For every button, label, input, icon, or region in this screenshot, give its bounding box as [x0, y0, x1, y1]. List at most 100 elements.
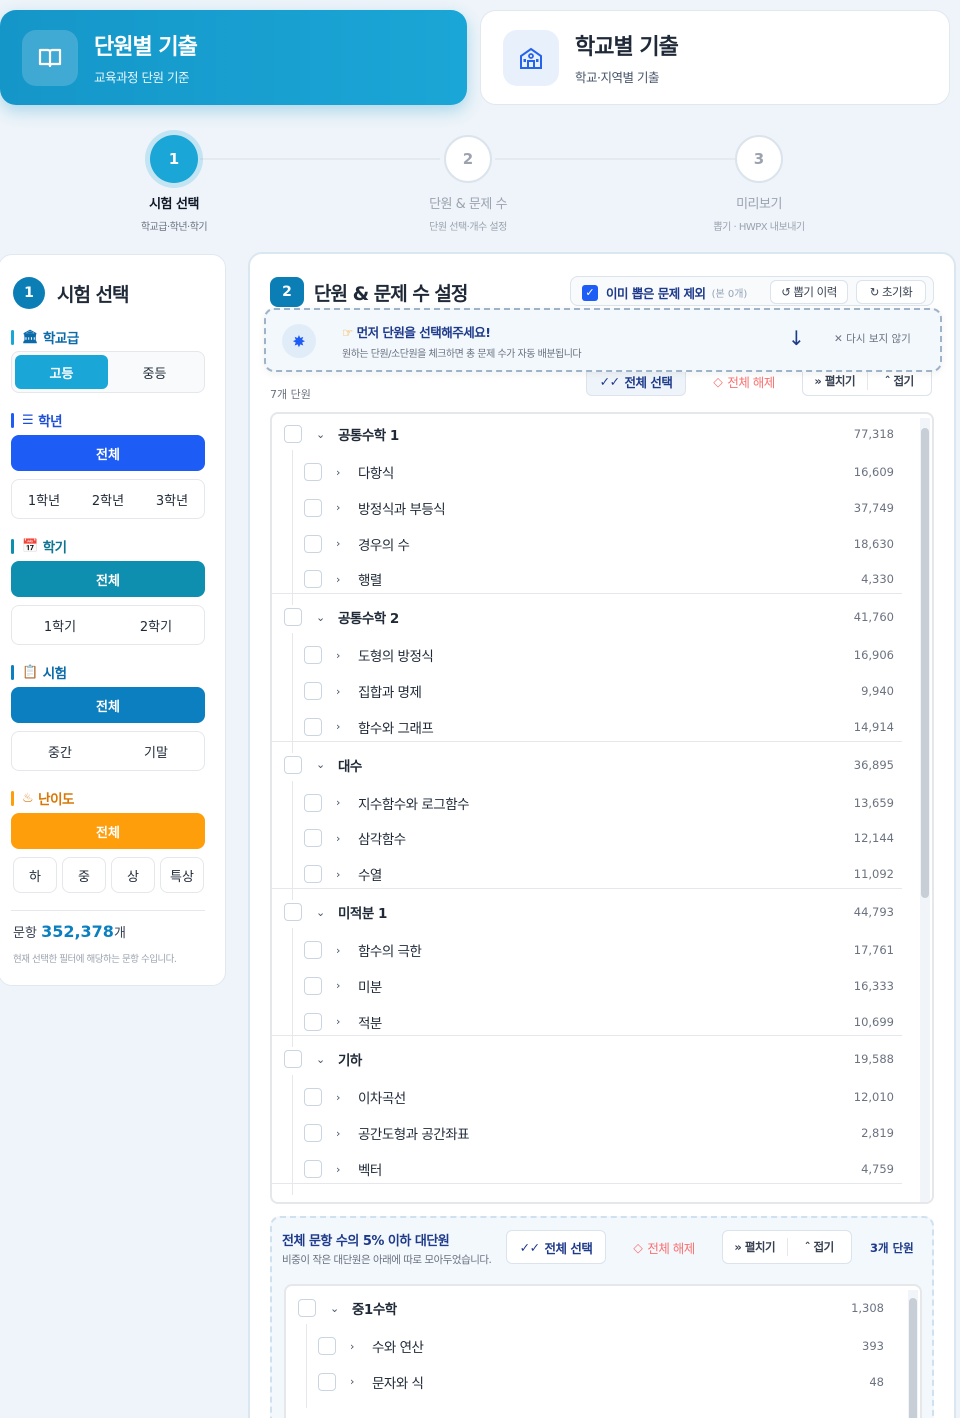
unit-item-row[interactable]: › 경우의 수 18,630: [304, 534, 894, 554]
small-expand-button[interactable]: » 펼치기: [723, 1239, 787, 1255]
grade-1-button[interactable]: 1학년: [12, 480, 76, 518]
unit-checkbox[interactable]: [304, 1160, 322, 1178]
unit-checkbox[interactable]: [304, 1124, 322, 1143]
unit-checkbox[interactable]: [318, 1337, 336, 1355]
exam-final-button[interactable]: 기말: [108, 732, 204, 770]
unit-checkbox[interactable]: [284, 903, 302, 921]
exam-midterm-button[interactable]: 중간: [12, 732, 108, 770]
step-1[interactable]: 1 시험 선택 학교급·학년·학기: [94, 135, 254, 233]
scrollbar-thumb[interactable]: [921, 428, 929, 898]
collapse-button[interactable]: ˆ 접기: [868, 373, 932, 389]
unit-group-row[interactable]: ⌄ 공통수학 1 77,318: [284, 424, 894, 444]
unit-checkbox[interactable]: [304, 570, 322, 589]
unit-checkbox[interactable]: [304, 941, 322, 959]
unit-item-row[interactable]: › 수열 11,092: [304, 864, 894, 884]
exclude-drawn-toggle[interactable]: ✓ 이미 뽑은 문제 제외 (본 0개): [582, 283, 747, 302]
unit-item-row[interactable]: › 함수의 극한 17,761: [304, 940, 894, 960]
unit-checkbox[interactable]: [304, 646, 322, 665]
unit-checkbox[interactable]: [304, 717, 322, 736]
difficulty-extra-button[interactable]: 특상: [160, 857, 204, 893]
semester-1-button[interactable]: 1학기: [12, 606, 108, 644]
unit-item-row[interactable]: › 도형의 방정식 16,906: [304, 645, 894, 665]
scrollbar[interactable]: [908, 1290, 918, 1418]
chevron-right-icon[interactable]: ›: [336, 501, 348, 514]
mode-card-unit[interactable]: 단원별 기출 교육과정 단원 기준: [0, 10, 467, 105]
difficulty-all-button[interactable]: 전체: [11, 813, 205, 849]
unit-checkbox[interactable]: [304, 1012, 322, 1031]
unit-checkbox[interactable]: [304, 534, 322, 553]
chevron-down-icon[interactable]: ⌄: [316, 611, 328, 624]
unit-checkbox[interactable]: [284, 1050, 302, 1069]
difficulty-high-button[interactable]: 상: [111, 857, 155, 893]
unit-checkbox[interactable]: [284, 755, 302, 774]
unit-checkbox[interactable]: [318, 1372, 336, 1391]
semester-2-button[interactable]: 2학기: [108, 606, 204, 644]
chevron-right-icon[interactable]: ›: [336, 685, 348, 698]
unit-item-row[interactable]: › 다항식 16,609: [304, 462, 894, 482]
unit-checkbox[interactable]: [298, 1299, 316, 1317]
unit-group-row[interactable]: ⌄ 공통수학 2 41,760: [284, 607, 894, 627]
chevron-right-icon[interactable]: ›: [336, 1015, 348, 1028]
unit-item-row[interactable]: › 행렬 4,330: [304, 569, 894, 589]
reset-button[interactable]: ↻ 초기화: [856, 280, 926, 304]
chevron-down-icon[interactable]: ⌄: [316, 758, 328, 771]
grade-2-button[interactable]: 2학년: [76, 480, 140, 518]
exam-all-button[interactable]: 전체: [11, 687, 205, 723]
unit-item-row[interactable]: › 함수와 그래프 14,914: [304, 717, 894, 737]
scrollbar-thumb[interactable]: [909, 1298, 917, 1418]
difficulty-low-button[interactable]: 하: [13, 857, 57, 893]
unit-checkbox[interactable]: [304, 976, 322, 995]
small-collapse-button[interactable]: ˆ 접기: [788, 1239, 852, 1255]
chevron-right-icon[interactable]: ›: [336, 720, 348, 733]
step-2[interactable]: 2 단원 & 문제 수 단원 선택·개수 설정: [388, 135, 548, 233]
chevron-right-icon[interactable]: ›: [336, 573, 348, 586]
unit-checkbox[interactable]: [284, 608, 302, 627]
unit-item-row[interactable]: › 방정식과 부등식 37,749: [304, 498, 894, 518]
unit-checkbox[interactable]: [304, 682, 322, 700]
small-deselect-all-button[interactable]: ◇ 전체 해제: [614, 1230, 714, 1264]
scrollbar[interactable]: [920, 418, 930, 1202]
chevron-down-icon[interactable]: ⌄: [330, 1302, 342, 1315]
small-select-all-button[interactable]: ✓✓ 전체 선택: [506, 1230, 606, 1264]
chevron-right-icon[interactable]: ›: [350, 1340, 362, 1353]
chevron-right-icon[interactable]: ›: [336, 868, 348, 881]
unit-item-row[interactable]: › 적분 10,699: [304, 1012, 894, 1032]
school-level-middle[interactable]: 중등: [108, 355, 201, 389]
difficulty-mid-button[interactable]: 중: [62, 857, 106, 893]
chevron-right-icon[interactable]: ›: [336, 1091, 348, 1104]
unit-checkbox[interactable]: [284, 425, 302, 443]
chevron-down-icon[interactable]: ⌄: [316, 428, 328, 441]
unit-item-row[interactable]: › 지수함수와 로그함수 13,659: [304, 793, 894, 813]
unit-group-row[interactable]: ⌄ 기하 19,588: [284, 1049, 894, 1069]
unit-item-row[interactable]: › 문자와 식 48: [318, 1372, 884, 1392]
dismiss-toast-button[interactable]: ✕ 다시 보지 않기: [834, 331, 911, 346]
grade-3-button[interactable]: 3학년: [140, 480, 204, 518]
unit-item-row[interactable]: › 공간도형과 공간좌표 2,819: [304, 1123, 894, 1143]
chevron-right-icon[interactable]: ›: [336, 796, 348, 809]
chevron-right-icon[interactable]: ›: [336, 1127, 348, 1140]
unit-item-row[interactable]: › 수와 연산 393: [318, 1336, 884, 1356]
chevron-right-icon[interactable]: ›: [336, 979, 348, 992]
unit-checkbox[interactable]: [304, 793, 322, 812]
chevron-right-icon[interactable]: ›: [336, 944, 348, 957]
unit-checkbox[interactable]: [304, 463, 322, 481]
chevron-right-icon[interactable]: ›: [350, 1375, 362, 1388]
mode-card-school[interactable]: 학교별 기출 학교·지역별 기출: [480, 10, 950, 105]
chevron-right-icon[interactable]: ›: [336, 1163, 348, 1176]
unit-item-row[interactable]: › 이차곡선 12,010: [304, 1087, 894, 1107]
unit-group-row[interactable]: ⌄ 대수 36,895: [284, 755, 894, 775]
unit-group-row[interactable]: ⌄ 미적분 1 44,793: [284, 902, 894, 922]
unit-item-row[interactable]: › 삼각함수 12,144: [304, 828, 894, 848]
expand-button[interactable]: » 펼치기: [803, 373, 867, 389]
history-button[interactable]: ↺ 뽑기 이력: [770, 280, 848, 304]
chevron-down-icon[interactable]: ⌄: [316, 906, 328, 919]
unit-group-row[interactable]: ⌄ 중1수학 1,308: [298, 1298, 884, 1318]
chevron-right-icon[interactable]: ›: [336, 537, 348, 550]
unit-checkbox[interactable]: [304, 498, 322, 517]
step-3[interactable]: 3 미리보기 뽑기 · HWPX 내보내기: [679, 135, 839, 233]
chevron-down-icon[interactable]: ⌄: [316, 1053, 328, 1066]
unit-item-row[interactable]: › 벡터 4,759: [304, 1159, 894, 1179]
chevron-right-icon[interactable]: ›: [336, 649, 348, 662]
chevron-right-icon[interactable]: ›: [336, 466, 348, 479]
unit-item-row[interactable]: › 미분 16,333: [304, 976, 894, 996]
